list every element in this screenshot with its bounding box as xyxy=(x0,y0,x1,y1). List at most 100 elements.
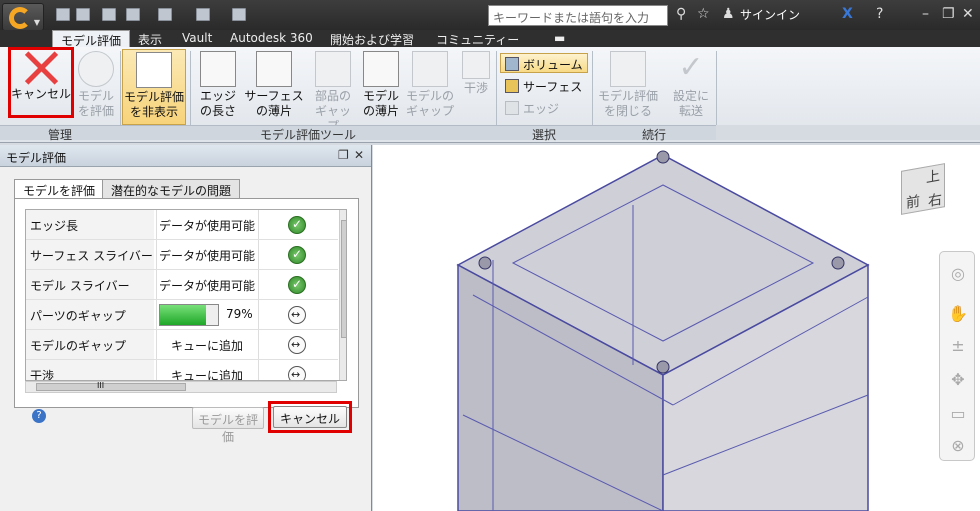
properties-icon[interactable] xyxy=(232,8,246,21)
scroll-grip: III xyxy=(97,381,105,390)
transfer-settings-button[interactable]: ✓ 設定に 転送 xyxy=(670,49,712,125)
model-sliver-icon xyxy=(363,51,399,87)
model-gap-icon xyxy=(412,51,448,87)
evaluation-list[interactable]: エッジ長データが使用可能 サーフェス スライバーデータが使用可能 モデル スライ… xyxy=(25,209,347,381)
row-name: サーフェス スライバー xyxy=(30,249,153,263)
row-name: モデルのギャップ xyxy=(30,339,127,353)
row-name: モデル スライバー xyxy=(30,279,130,293)
ribbon-tabs: モデル評価 表示 Vault Autodesk 360 開始および学習 コミュニ… xyxy=(0,30,980,48)
edge-icon xyxy=(505,101,519,115)
view-cube[interactable]: 上 前 右 xyxy=(901,163,945,215)
volume-button[interactable]: ボリューム xyxy=(500,53,588,73)
chevron-down-icon: ▼ xyxy=(33,18,40,27)
row-status: データが使用可能 xyxy=(159,249,256,263)
surface-sliver-button[interactable]: サーフェス の薄片 xyxy=(242,49,306,125)
zoom-icon[interactable]: ± xyxy=(948,336,968,356)
surface-sliver-label-1: サーフェス xyxy=(244,89,304,103)
evaluate-label-2: を評価 xyxy=(77,104,114,118)
model-sliver-label-2: の薄片 xyxy=(362,104,399,118)
signin-link[interactable]: サインイン xyxy=(740,6,800,23)
tab-autodesk360[interactable]: Autodesk 360 xyxy=(222,30,321,48)
surface-label: サーフェス xyxy=(523,80,583,94)
help-icon[interactable]: ? xyxy=(876,6,883,22)
hide-model-eval-button[interactable]: モデル評価 を非表示 xyxy=(122,49,186,125)
refresh-icon xyxy=(78,51,114,87)
new-file-icon[interactable] xyxy=(56,8,70,21)
tab-model-eval[interactable]: モデル評価 xyxy=(52,30,131,48)
save-as-icon[interactable] xyxy=(126,8,140,21)
list-item[interactable]: モデルのギャップ キューに追加 xyxy=(26,330,338,360)
tab-overflow-icon[interactable]: ▬ xyxy=(546,30,573,48)
tab-vault[interactable]: Vault xyxy=(174,30,220,48)
app-menu-button[interactable]: ▼ xyxy=(2,3,44,31)
interference-label: 干渉 xyxy=(463,81,488,95)
swap-icon[interactable] xyxy=(288,306,306,324)
app-logo-icon xyxy=(9,7,31,29)
tab-community[interactable]: コミュニティー xyxy=(428,30,527,48)
close-nav-icon[interactable]: ⊗ xyxy=(948,436,968,456)
vertical-scrollbar[interactable] xyxy=(339,210,346,380)
ribbon: キャンセル モデル を評価 モデル評価 を非表示 エッジ の長さ サーフェス の薄片 部… xyxy=(0,47,980,143)
cube-right-label: 右 xyxy=(928,191,942,211)
float-icon[interactable]: ❐ xyxy=(338,148,349,162)
list-item[interactable]: 干渉 キューに追加 xyxy=(26,360,338,380)
tab-evaluate-model[interactable]: モデルを評価 xyxy=(14,179,105,199)
panel-empty xyxy=(716,125,980,140)
look-icon[interactable]: ▭ xyxy=(948,404,968,424)
model-gap-label-1: モデルの xyxy=(405,89,454,103)
part-gap-button[interactable]: 部品のギャップ xyxy=(310,49,356,133)
open-folder-icon[interactable] xyxy=(76,8,90,21)
tab-getting-started[interactable]: 開始および学習 xyxy=(322,30,422,48)
transfer-label-2: 転送 xyxy=(678,104,703,118)
evaluate-model-button[interactable]: モデルを評価 xyxy=(74,49,118,125)
binoculars-icon[interactable]: ⚲ xyxy=(676,6,686,22)
star-icon[interactable]: ☆ xyxy=(697,6,710,22)
model-gap-label-2: ギャップ xyxy=(405,104,454,118)
panel-header: モデル評価 ❐ ✕ xyxy=(0,145,371,167)
check-icon xyxy=(288,216,306,234)
interference-button[interactable]: 干渉 xyxy=(458,49,494,125)
edge-length-label-2: の長さ xyxy=(199,104,236,118)
list-item[interactable]: パーツのギャップ 79% xyxy=(26,300,338,330)
tab-view[interactable]: 表示 xyxy=(130,30,170,48)
panel-close-icon[interactable]: ✕ xyxy=(354,148,364,162)
edge-length-button[interactable]: エッジ の長さ xyxy=(196,49,240,125)
user-icon: ♟ xyxy=(722,6,735,22)
save-icon[interactable] xyxy=(102,8,116,21)
model-sliver-button[interactable]: モデル の薄片 xyxy=(360,49,402,125)
check-icon xyxy=(288,246,306,264)
row-status: キューに追加 xyxy=(171,339,244,353)
tab-potential-issues[interactable]: 潜在的なモデルの問題 xyxy=(102,179,241,198)
title-bar: ▼ キーワードまたは語句を入力 ⚲ ☆ ♟ サインイン X ? – ❐ ✕ xyxy=(0,0,980,31)
help-icon[interactable]: ? xyxy=(32,409,46,423)
model-render xyxy=(456,150,870,511)
swap-icon[interactable] xyxy=(288,366,306,380)
evaluate-model-button[interactable]: モデルを評価 xyxy=(192,407,264,444)
3d-viewport[interactable]: 上 前 右 ◎ ✋ ± ✥ ▭ ⊗ xyxy=(373,145,980,511)
tab-pane: エッジ長データが使用可能 サーフェス スライバーデータが使用可能 モデル スライ… xyxy=(14,198,359,408)
search-input[interactable]: キーワードまたは語句を入力 xyxy=(488,5,668,26)
close-model-eval-button[interactable]: モデル評価 を閉じる xyxy=(594,49,662,125)
pan-icon[interactable]: ✋ xyxy=(948,304,968,324)
swap-icon[interactable] xyxy=(288,336,306,354)
view-cube-icon[interactable] xyxy=(196,8,210,21)
close-icon[interactable]: ✕ xyxy=(962,6,974,22)
row-name: エッジ長 xyxy=(30,219,79,233)
list-item[interactable]: エッジ長 データが使用可能 xyxy=(26,210,338,240)
minimize-icon[interactable]: – xyxy=(922,6,929,22)
edge-length-icon xyxy=(200,51,236,87)
checkmark-icon: ✓ xyxy=(678,50,704,85)
orbit-icon[interactable]: ✥ xyxy=(948,370,968,390)
undo-icon[interactable] xyxy=(158,8,172,21)
steering-wheel-icon[interactable]: ◎ xyxy=(948,264,968,284)
model-gap-button[interactable]: モデルの ギャップ xyxy=(404,49,456,125)
edge-button[interactable]: エッジ xyxy=(500,97,588,117)
highlight-box xyxy=(8,47,74,118)
surface-sliver-icon xyxy=(256,51,292,87)
list-item[interactable]: サーフェス スライバー データが使用可能 xyxy=(26,240,338,270)
list-item[interactable]: モデル スライバー データが使用可能 xyxy=(26,270,338,300)
restore-icon[interactable]: ❐ xyxy=(942,6,955,22)
surface-button[interactable]: サーフェス xyxy=(500,75,588,95)
horizontal-scrollbar[interactable]: III xyxy=(25,381,337,393)
exchange-icon[interactable]: X xyxy=(842,6,853,22)
